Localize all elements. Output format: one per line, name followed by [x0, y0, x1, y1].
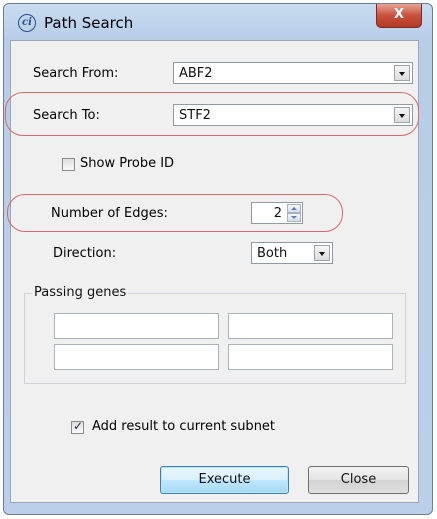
number-of-edges-label: Number of Edges:	[51, 206, 168, 221]
direction-dropdown-icon[interactable]	[314, 245, 330, 261]
passing-gene-field-3[interactable]	[54, 344, 219, 370]
close-button[interactable]: Close	[308, 466, 409, 494]
passing-gene-field-2[interactable]	[228, 313, 393, 339]
number-of-edges-value: 2	[273, 206, 282, 221]
close-window-button[interactable]: X	[376, 4, 422, 28]
search-from-combo[interactable]: ABF2	[173, 62, 413, 84]
direction-label: Direction:	[53, 246, 117, 261]
search-from-value: ABF2	[179, 66, 213, 81]
search-to-dropdown-icon[interactable]	[394, 107, 410, 123]
search-to-combo[interactable]: STF2	[173, 104, 413, 126]
search-from-label: Search From:	[33, 66, 119, 81]
title-bar[interactable]: ci Path Search X	[4, 4, 432, 42]
decrement-arrow-icon[interactable]	[287, 213, 301, 222]
checkmark-icon: ✓	[73, 419, 84, 433]
search-to-label: Search To:	[33, 108, 100, 123]
app-icon: ci	[18, 14, 36, 32]
passing-genes-legend: Passing genes	[32, 285, 129, 300]
add-result-checkbox[interactable]: ✓	[71, 419, 84, 434]
window-title: Path Search	[44, 14, 134, 32]
add-result-label: Add result to current subnet	[92, 419, 276, 434]
search-from-dropdown-icon[interactable]	[394, 65, 410, 81]
execute-button[interactable]: Execute	[160, 466, 289, 494]
dialog-content: Search From: ABF2 Search To: STF2 Show P…	[5, 40, 419, 503]
direction-value: Both	[257, 246, 288, 261]
show-probe-id-label: Show Probe ID	[80, 156, 175, 171]
direction-combo[interactable]: Both	[251, 242, 333, 264]
increment-arrow-icon[interactable]	[287, 204, 301, 213]
passing-gene-field-4[interactable]	[228, 344, 393, 370]
number-of-edges-stepper[interactable]: 2	[251, 202, 303, 224]
passing-gene-field-1[interactable]	[54, 313, 219, 339]
show-probe-id-checkbox[interactable]	[62, 158, 75, 171]
search-to-value: STF2	[179, 108, 211, 123]
